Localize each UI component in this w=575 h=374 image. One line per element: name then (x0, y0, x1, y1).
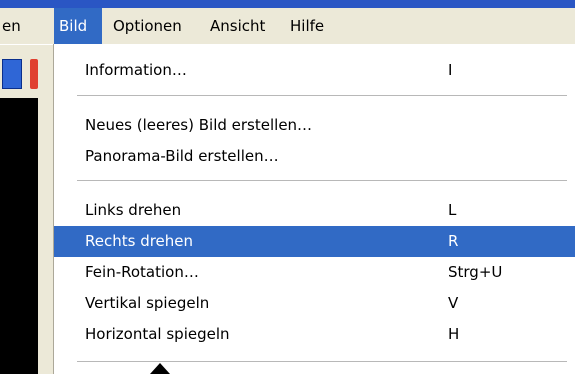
menu-option-neues-bild[interactable]: Neues (leeres) Bild erstellen… (54, 110, 575, 141)
menu-option-shortcut: V (448, 294, 459, 312)
menu-option-label: Panorama-Bild erstellen… (85, 147, 279, 165)
menu-option-shortcut: Strg+U (448, 263, 503, 281)
image-canvas (0, 98, 38, 374)
menu-item-partial[interactable]: en (0, 8, 46, 44)
menu-option-label: Fein-Rotation… (85, 263, 199, 281)
menu-item-ansicht[interactable]: Ansicht (210, 8, 265, 44)
menu-item-optionen[interactable]: Optionen (113, 8, 182, 44)
menu-option-label: Neues (leeres) Bild erstellen… (85, 116, 313, 134)
menu-option-label: Horizontal spiegeln (85, 325, 230, 343)
menu-option-shortcut: R (448, 232, 459, 250)
menu-option-label: Links drehen (85, 201, 182, 219)
menu-option-fein-rotation[interactable]: Fein-Rotation… Strg+U (54, 257, 575, 288)
menu-item-bild[interactable]: Bild (54, 8, 102, 44)
title-bar-strip (0, 0, 575, 8)
menu-option-information[interactable]: Information… I (54, 55, 575, 86)
menu-option-rechts-drehen[interactable]: Rechts drehen R (54, 226, 575, 257)
toolbar-red-icon[interactable] (30, 59, 38, 89)
menu-option-shortcut: H (448, 325, 460, 343)
menu-bar: en Bild Optionen Ansicht Hilfe (0, 8, 575, 45)
menu-option-label: Vertikal spiegeln (85, 294, 210, 312)
menu-option-links-drehen[interactable]: Links drehen L (54, 195, 575, 226)
menu-option-vertikal-spiegeln[interactable]: Vertikal spiegeln V (54, 288, 575, 319)
mouse-pointer-icon (150, 363, 170, 374)
menu-separator (77, 95, 567, 97)
menu-option-horizontal-spiegeln[interactable]: Horizontal spiegeln H (54, 319, 575, 350)
menu-option-label: Rechts drehen (85, 232, 194, 250)
bild-dropdown-menu: Information… I Neues (leeres) Bild erste… (54, 44, 575, 374)
menu-separator (77, 180, 567, 182)
menu-option-shortcut: I (448, 61, 453, 79)
menu-option-label: Information… (85, 61, 187, 79)
menu-item-hilfe[interactable]: Hilfe (290, 8, 324, 44)
menu-option-shortcut: L (448, 201, 457, 219)
toolbar-button-icon[interactable] (2, 59, 22, 89)
menu-option-panorama[interactable]: Panorama-Bild erstellen… (54, 141, 575, 172)
